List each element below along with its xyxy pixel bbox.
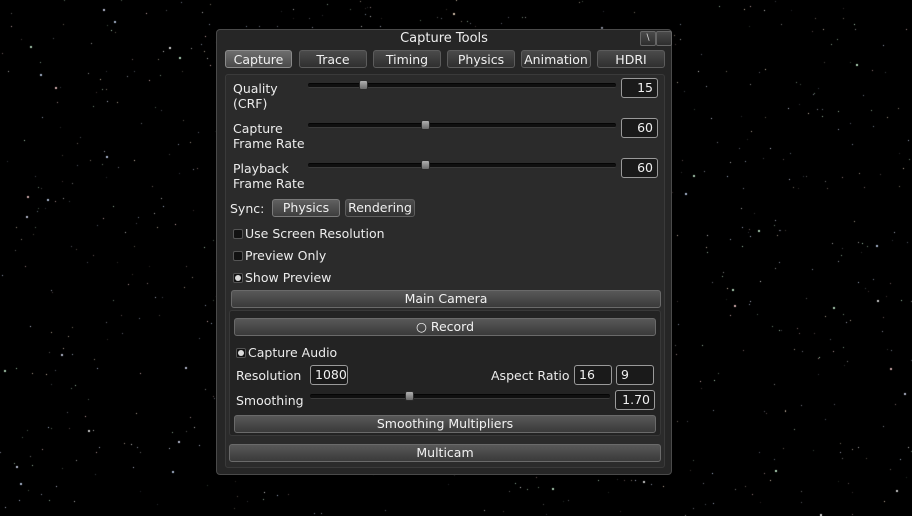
- sync-rendering-button[interactable]: Rendering: [345, 199, 415, 217]
- capture-frame-rate-input[interactable]: 60: [621, 118, 658, 138]
- quality-input[interactable]: 15: [621, 78, 658, 98]
- tab-animation[interactable]: Animation: [521, 50, 591, 68]
- aspect-ratio-height-input[interactable]: 9: [616, 365, 654, 385]
- playback-frame-rate-input[interactable]: 60: [621, 158, 658, 178]
- tab-physics[interactable]: Physics: [447, 50, 515, 68]
- aspect-ratio-label: Aspect Ratio: [491, 368, 570, 383]
- main-camera-panel: ○ Record Capture Audio Resolution 1080 A…: [229, 310, 661, 436]
- show-preview-checkbox[interactable]: [233, 273, 243, 283]
- sync-label: Sync:: [230, 201, 265, 216]
- tab-hdri[interactable]: HDRI: [597, 50, 665, 68]
- playback-frame-rate-slider-handle[interactable]: [421, 160, 430, 170]
- sync-physics-button[interactable]: Physics: [272, 199, 340, 217]
- quality-label-sub: (CRF): [233, 96, 268, 111]
- tab-trace[interactable]: Trace: [299, 50, 367, 68]
- window-title: Capture Tools: [400, 31, 488, 46]
- capture-audio-label: Capture Audio: [248, 345, 338, 360]
- smoothing-slider-handle[interactable]: [405, 391, 414, 401]
- capture-frame-rate-slider[interactable]: [308, 120, 616, 130]
- resolution-input[interactable]: 1080: [310, 365, 348, 385]
- preview-only-label: Preview Only: [245, 248, 327, 263]
- minimize-button[interactable]: [656, 31, 672, 46]
- use-screen-resolution-checkbox[interactable]: [233, 229, 243, 239]
- playback-frame-rate-label: Playback: [233, 161, 289, 176]
- aspect-ratio-width-input[interactable]: 16: [574, 365, 612, 385]
- main-camera-header[interactable]: Main Camera: [231, 290, 661, 308]
- quality-slider-handle[interactable]: [359, 80, 368, 90]
- capture-frame-rate-label: Capture: [233, 121, 283, 136]
- tab-timing[interactable]: Timing: [373, 50, 441, 68]
- capture-frame-rate-slider-handle[interactable]: [421, 120, 430, 130]
- playback-frame-rate-label-sub: Frame Rate: [233, 176, 305, 191]
- help-button[interactable]: \: [640, 31, 656, 46]
- quality-label: Quality: [233, 81, 278, 96]
- capture-frame-rate-label-sub: Frame Rate: [233, 136, 305, 151]
- preview-only-checkbox[interactable]: [233, 251, 243, 261]
- tab-capture[interactable]: Capture: [225, 50, 292, 68]
- playback-frame-rate-slider[interactable]: [308, 160, 616, 170]
- show-preview-label: Show Preview: [245, 270, 332, 285]
- smoothing-input[interactable]: 1.70: [615, 390, 655, 410]
- capture-tools-window: Capture Tools \ Capture Trace Timing Phy…: [216, 29, 672, 475]
- smoothing-multipliers-button[interactable]: Smoothing Multipliers: [234, 415, 656, 433]
- tab-bar: Capture Trace Timing Physics Animation H…: [225, 50, 665, 70]
- resolution-label: Resolution: [236, 368, 302, 383]
- capture-audio-checkbox[interactable]: [236, 348, 246, 358]
- use-screen-resolution-label: Use Screen Resolution: [245, 226, 385, 241]
- smoothing-label: Smoothing: [236, 393, 304, 408]
- smoothing-slider[interactable]: [310, 391, 610, 401]
- record-button[interactable]: ○ Record: [234, 318, 656, 336]
- multicam-header[interactable]: Multicam: [229, 444, 661, 462]
- quality-slider[interactable]: [308, 80, 616, 90]
